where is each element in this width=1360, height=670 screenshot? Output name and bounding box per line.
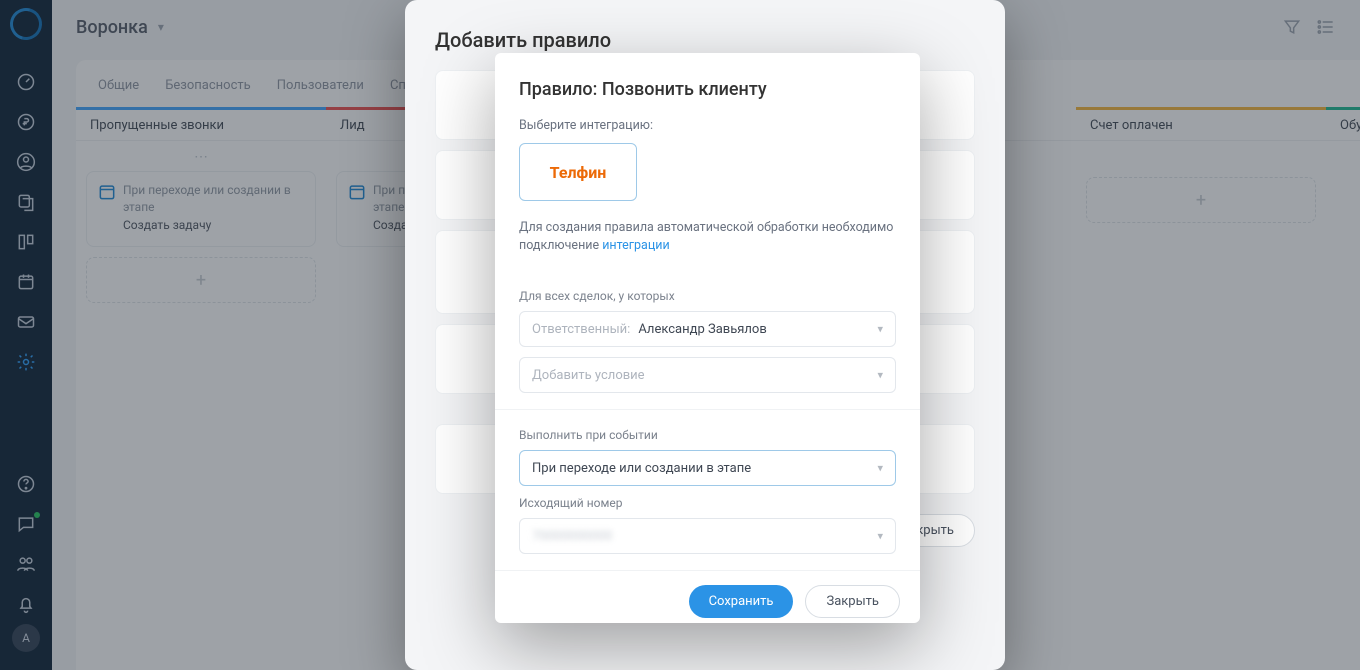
inner-close-button[interactable]: Закрыть (805, 585, 900, 618)
chevron-down-icon: ▾ (877, 530, 883, 543)
integration-hint: Для создания правила автоматической обра… (519, 219, 896, 255)
outgoing-number-select[interactable]: 70000000000 ▾ (519, 518, 896, 554)
outgoing-value: 70000000000 (532, 529, 612, 544)
add-condition-placeholder: Добавить условие (532, 368, 645, 383)
rule-config-modal: Правило: Позвонить клиенту Выберите инте… (495, 53, 920, 623)
choose-integration-label: Выберите интеграцию: (519, 118, 896, 133)
integration-name: Телфин (550, 163, 607, 182)
inner-modal-title: Правило: Позвонить клиенту (519, 79, 896, 100)
outgoing-label: Исходящий номер (519, 496, 896, 510)
condition-field-label: Ответственный: (532, 322, 630, 337)
condition-owner-select[interactable]: Ответственный: Александр Завьялов ▾ (519, 311, 896, 347)
chevron-down-icon: ▾ (877, 369, 883, 382)
conditions-label: Для всех сделок, у которых (519, 289, 896, 303)
chevron-down-icon: ▾ (877, 462, 883, 475)
chevron-down-icon: ▾ (877, 323, 883, 336)
integration-link[interactable]: интеграции (602, 238, 669, 253)
integration-telfin[interactable]: Телфин (519, 143, 637, 201)
save-button[interactable]: Сохранить (689, 585, 794, 618)
event-label: Выполнить при событии (519, 428, 896, 442)
add-condition-select[interactable]: Добавить условие ▾ (519, 357, 896, 393)
event-select[interactable]: При переходе или создании в этапе ▾ (519, 450, 896, 486)
condition-value: Александр Завьялов (638, 322, 766, 337)
modal-title: Добавить правило (435, 28, 975, 52)
event-value: При переходе или создании в этапе (532, 461, 751, 476)
